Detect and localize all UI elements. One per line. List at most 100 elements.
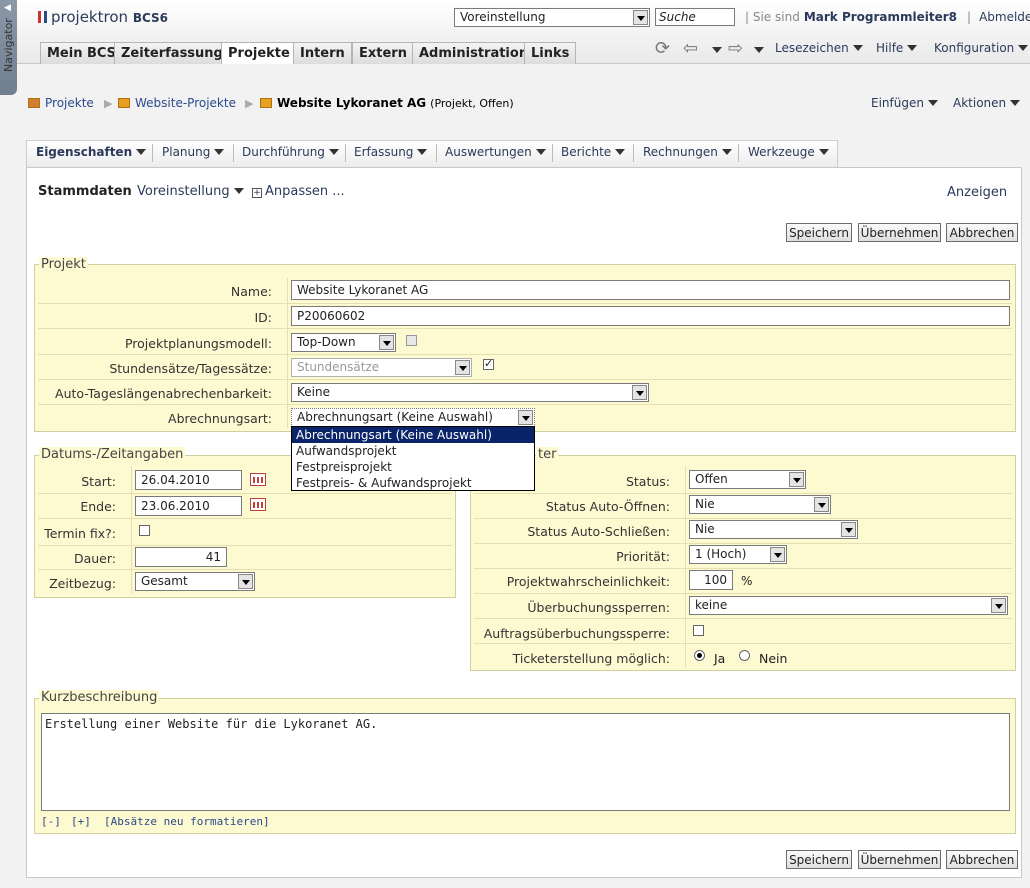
end-date-field[interactable]: 23.06.2010: [135, 496, 242, 516]
user-name[interactable]: Mark Programmleiter8: [804, 10, 957, 24]
subtab-rechnungen[interactable]: Rechnungen: [643, 145, 732, 159]
actions-menu[interactable]: Aktionen: [953, 96, 1021, 110]
auto-daylength-select[interactable]: Keine: [291, 383, 649, 402]
user-info: | Sie sindMark Programmleiter8|Abmelden: [745, 10, 1030, 24]
row-divider: [474, 518, 1012, 519]
tab-zeiterfassung[interactable]: Zeiterfassung: [114, 42, 230, 64]
dropdown-option[interactable]: Festpreisprojekt: [292, 459, 534, 475]
subtab-eigenschaften[interactable]: Eigenschaften: [36, 145, 147, 159]
status-auto-open-select[interactable]: Nie: [689, 495, 831, 514]
rates-label: Stundensätze/Tagessätze:: [109, 361, 272, 376]
auto-daylength-label: Auto-Tageslängenabrechenbarkeit:: [55, 386, 272, 401]
folder-icon: [260, 98, 272, 108]
help-menu[interactable]: Hilfe: [876, 41, 918, 55]
rates-select[interactable]: Stundensätze: [291, 358, 472, 377]
breadcrumb-website-projekte[interactable]: Website-Projekte: [118, 96, 236, 110]
chevron-down-icon: [535, 149, 546, 155]
dropdown-option[interactable]: Abrechnungsart (Keine Auswahl): [292, 427, 534, 443]
row-divider: [38, 303, 1012, 304]
planning-model-checkbox[interactable]: [406, 335, 417, 346]
view-preset-menu[interactable]: Voreinstellung: [137, 184, 244, 199]
forward-icon[interactable]: ⇨: [728, 38, 743, 59]
tab-projekte[interactable]: Projekte: [221, 42, 297, 65]
chevron-down-icon: [518, 410, 533, 425]
save-button[interactable]: Speichern: [786, 223, 852, 242]
navigator-tab[interactable]: ◀ Navigator: [0, 0, 17, 95]
fixed-date-checkbox[interactable]: [139, 525, 150, 536]
priority-select[interactable]: 1 (Hoch): [689, 545, 787, 564]
bookmarks-menu[interactable]: Lesezeichen: [775, 41, 863, 55]
search-input[interactable]: Suche: [655, 8, 735, 26]
dropdown-option[interactable]: Aufwandsprojekt: [292, 443, 534, 459]
customize-link[interactable]: + Anpassen ...: [252, 184, 345, 199]
subtab-berichte[interactable]: Berichte: [561, 145, 626, 159]
tab-administration[interactable]: Administration: [412, 42, 536, 64]
subtab-erfassung[interactable]: Erfassung: [354, 145, 428, 159]
tab-mein-bcs[interactable]: Mein BCS: [40, 42, 124, 64]
apply-button-bottom[interactable]: Übernehmen: [858, 850, 941, 869]
tab-links[interactable]: Links: [524, 42, 577, 64]
subtab-planung[interactable]: Planung: [162, 145, 225, 159]
calendar-icon[interactable]: [250, 498, 266, 511]
tab-intern[interactable]: Intern: [293, 42, 352, 64]
rates-checkbox[interactable]: [483, 357, 494, 370]
start-date-field[interactable]: 26.04.2010: [135, 470, 242, 490]
ticket-no-radio[interactable]: [739, 650, 750, 661]
chevron-down-icon: [991, 598, 1006, 613]
billing-type-select[interactable]: Abrechnungsart (Keine Auswahl): [291, 408, 535, 427]
ticket-yes-label: Ja: [714, 651, 726, 666]
preset-select[interactable]: Voreinstellung: [454, 8, 650, 27]
name-field[interactable]: Website Lykoranet AG: [291, 280, 1010, 300]
chevron-down-icon: [379, 335, 394, 350]
apply-button[interactable]: Übernehmen: [858, 223, 941, 242]
duration-field[interactable]: 41: [135, 547, 227, 567]
insert-menu[interactable]: Einfügen: [871, 96, 938, 110]
subtab-werkzeuge[interactable]: Werkzeuge: [748, 145, 829, 159]
id-field[interactable]: P20060602: [291, 306, 1010, 326]
chevron-down-icon: [841, 522, 856, 537]
refresh-icon[interactable]: ⟳: [655, 38, 670, 59]
dropdown-option[interactable]: Festpreis- & Aufwandsprojekt: [292, 475, 534, 491]
chevron-down-icon: [214, 149, 225, 155]
collapse-link[interactable]: [-]: [41, 815, 61, 828]
subtab-auswertungen[interactable]: Auswertungen: [445, 145, 546, 159]
order-overbooking-checkbox[interactable]: [693, 625, 704, 636]
expand-link[interactable]: [+]: [71, 815, 91, 828]
show-link[interactable]: Anzeigen: [947, 185, 1007, 200]
logo-icon: [38, 11, 47, 23]
chevron-down-icon: [770, 547, 785, 562]
collapse-arrow-icon: ◀: [4, 3, 11, 13]
breadcrumb-projekte[interactable]: Projekte: [28, 96, 94, 110]
priority-label: Priorität:: [616, 549, 670, 564]
forward-history-icon[interactable]: [750, 43, 764, 57]
status-select[interactable]: Offen: [689, 470, 806, 489]
probability-field[interactable]: 100: [689, 570, 733, 590]
logout-link[interactable]: Abmelden: [979, 10, 1030, 24]
ticket-yes-radio[interactable]: [694, 650, 705, 661]
back-history-icon[interactable]: [708, 43, 722, 57]
cancel-button[interactable]: Abbrechen: [946, 223, 1018, 242]
separator: [738, 144, 739, 162]
back-icon[interactable]: ⇦: [683, 38, 698, 59]
column-divider: [287, 278, 288, 428]
chevron-down-icon: [907, 45, 918, 51]
status-auto-open-label: Status Auto-Öffnen:: [545, 499, 670, 514]
cancel-button-bottom[interactable]: Abbrechen: [946, 850, 1018, 869]
reformat-link[interactable]: [Absätze neu formatieren]: [104, 815, 270, 828]
status-auto-close-select[interactable]: Nie: [689, 520, 858, 539]
overbooking-select[interactable]: keine: [689, 596, 1008, 615]
time-reference-select[interactable]: Gesamt: [135, 572, 255, 591]
probability-unit: %: [741, 574, 753, 588]
chevron-down-icon: [233, 188, 244, 194]
planning-model-select[interactable]: Top-Down: [291, 333, 396, 352]
subtab-durchfuehrung[interactable]: Durchführung: [242, 145, 339, 159]
save-button-bottom[interactable]: Speichern: [786, 850, 852, 869]
chevron-down-icon: [852, 45, 863, 51]
description-textarea[interactable]: Erstellung einer Website für die Lykoran…: [41, 713, 1010, 811]
tab-extern[interactable]: Extern: [352, 42, 414, 64]
calendar-icon[interactable]: [250, 473, 266, 486]
config-menu[interactable]: Konfiguration: [934, 41, 1029, 55]
breadcrumb-current: Website Lykoranet AG (Projekt, Offen): [260, 96, 514, 110]
row-divider: [474, 568, 1012, 569]
billing-type-dropdown[interactable]: Abrechnungsart (Keine Auswahl) Aufwandsp…: [291, 426, 535, 491]
